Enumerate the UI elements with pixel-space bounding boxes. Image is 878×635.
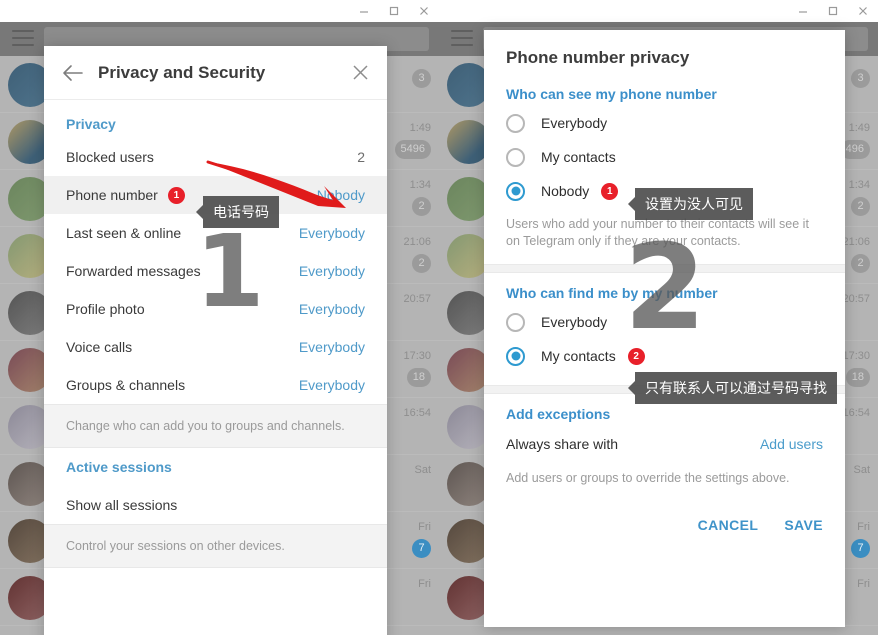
dialog-actions: CANCEL SAVE <box>484 501 845 547</box>
radio-option-everybody[interactable]: Everybody <box>484 305 845 339</box>
privacy-row-groups-channels[interactable]: Groups & channels Everybody <box>44 366 387 404</box>
privacy-row-label: Last seen & online <box>66 225 182 241</box>
step-marker-badge: 2 <box>627 347 645 365</box>
callout-text: 设置为没人可见 <box>645 196 743 212</box>
radio-unselected-icon[interactable] <box>506 113 525 133</box>
privacy-row-value: 2 <box>357 149 365 165</box>
dialog-header: Privacy and Security <box>44 46 387 100</box>
show-all-sessions-label: Show all sessions <box>66 497 178 513</box>
close-icon[interactable] <box>347 60 373 86</box>
radio-option-label: Nobody <box>541 183 590 199</box>
unread-badge: 3 <box>412 69 431 88</box>
unread-badge: 7 <box>851 539 870 558</box>
privacy-row-label: Groups & channels <box>66 377 186 393</box>
callout-text: 只有联系人可以通过号码寻找 <box>645 380 827 396</box>
always-share-label: Always share with <box>506 436 619 452</box>
privacy-row-label: Voice calls <box>66 339 133 355</box>
privacy-row-label: Blocked users <box>66 149 154 165</box>
privacy-settings-list: Blocked users 2 Phone number 1 Nobody Last se… <box>44 138 387 404</box>
save-button[interactable]: SAVE <box>784 517 823 533</box>
section-who-can-see-title: Who can see my phone number <box>506 86 717 102</box>
sidebar-item-active-sessions[interactable]: Active sessions <box>44 448 387 486</box>
radio-option-my-contacts[interactable]: My contacts <box>484 140 845 174</box>
unread-badge: 3 <box>851 69 870 88</box>
privacy-row-forwarded-messages[interactable]: Forwarded messages Everybody <box>44 252 387 290</box>
section-who-can-find-title: Who can find me by my number <box>506 285 718 301</box>
unread-badge: 7 <box>412 539 431 558</box>
radio-option-label: Everybody <box>541 314 608 330</box>
back-arrow-icon[interactable] <box>58 58 88 88</box>
close-icon[interactable] <box>409 0 439 22</box>
privacy-row-label: Forwarded messages <box>66 263 201 279</box>
left-window: e...31:4954961:34221:06220:5717:301816:5… <box>0 0 439 635</box>
maximize-icon[interactable] <box>379 0 409 22</box>
radio-option-label: My contacts <box>541 149 616 165</box>
minimize-icon[interactable] <box>788 0 818 22</box>
radio-selected-icon[interactable] <box>506 181 525 201</box>
unread-badge: 2 <box>412 197 431 216</box>
privacy-row-value: Everybody <box>298 339 365 355</box>
maximize-icon[interactable] <box>818 0 848 22</box>
phone-number-privacy-dialog: Phone number privacy Who can see my phon… <box>484 30 845 627</box>
dialog-title: Phone number privacy <box>506 48 690 67</box>
privacy-row-label: Phone number <box>66 187 158 203</box>
step-marker-badge: 1 <box>601 182 619 200</box>
radio-option-everybody[interactable]: Everybody <box>484 106 845 140</box>
groups-note: Change who can add you to groups and cha… <box>44 404 387 448</box>
radio-option-label: Everybody <box>541 115 608 131</box>
unread-badge: 5496 <box>394 140 431 159</box>
privacy-row-voice-calls[interactable]: Voice calls Everybody <box>44 328 387 366</box>
always-share-row: Always share with Add users <box>484 426 845 462</box>
unread-badge: 18 <box>406 368 431 387</box>
privacy-row-value: Everybody <box>298 263 365 279</box>
radio-unselected-icon[interactable] <box>506 312 525 332</box>
callout-set-nobody: 设置为没人可见 <box>635 188 753 220</box>
left-titlebar <box>0 0 439 22</box>
hamburger-menu-icon[interactable] <box>451 30 473 48</box>
section-privacy-title: Privacy <box>66 116 116 132</box>
page-title: Privacy and Security <box>98 62 266 82</box>
who-can-find-radio-group: Everybody My contacts 2 <box>484 305 845 373</box>
screenshot-root: e...31:4954961:34221:06220:5717:301816:5… <box>0 0 878 635</box>
add-users-link[interactable]: Add users <box>760 436 823 452</box>
section-divider <box>484 264 845 273</box>
privacy-row-value: Nobody <box>316 187 365 203</box>
callout-contacts-only-find: 只有联系人可以通过号码寻找 <box>635 372 837 404</box>
privacy-row-blocked-users[interactable]: Blocked users 2 <box>44 138 387 176</box>
unread-badge: 18 <box>845 368 870 387</box>
cancel-button[interactable]: CANCEL <box>698 517 759 533</box>
privacy-and-security-dialog: Privacy and Security Privacy Blocked use… <box>44 46 387 635</box>
privacy-row-value: Everybody <box>298 225 365 241</box>
step-marker-badge: 1 <box>167 186 185 204</box>
radio-selected-icon[interactable] <box>506 346 525 366</box>
privacy-row-profile-photo[interactable]: Profile photo Everybody <box>44 290 387 328</box>
active-sessions-label: Active sessions <box>66 459 172 475</box>
privacy-row-value: Everybody <box>298 301 365 317</box>
sessions-note: Control your sessions on other devices. <box>44 524 387 568</box>
callout-text: 电话号码 <box>213 204 269 220</box>
right-titlebar <box>439 0 878 22</box>
exceptions-note: Add users or groups to override the sett… <box>506 471 790 485</box>
close-icon[interactable] <box>848 0 878 22</box>
unread-badge: 2 <box>412 254 431 273</box>
hamburger-menu-icon[interactable] <box>12 30 34 48</box>
privacy-row-label: Profile photo <box>66 301 145 317</box>
privacy-row-value: Everybody <box>298 377 365 393</box>
minimize-icon[interactable] <box>349 0 379 22</box>
unread-badge: 2 <box>851 197 870 216</box>
radio-option-label: My contacts <box>541 348 616 364</box>
radio-option-my-contacts[interactable]: My contacts 2 <box>484 339 845 373</box>
radio-unselected-icon[interactable] <box>506 147 525 167</box>
right-window: 31:494961:34221:06220:5717:301816:54M_..… <box>439 0 878 635</box>
unread-badge: 2 <box>851 254 870 273</box>
sidebar-item-show-all-sessions[interactable]: Show all sessions <box>44 486 387 524</box>
callout-phone-number: 电话号码 <box>203 196 279 228</box>
